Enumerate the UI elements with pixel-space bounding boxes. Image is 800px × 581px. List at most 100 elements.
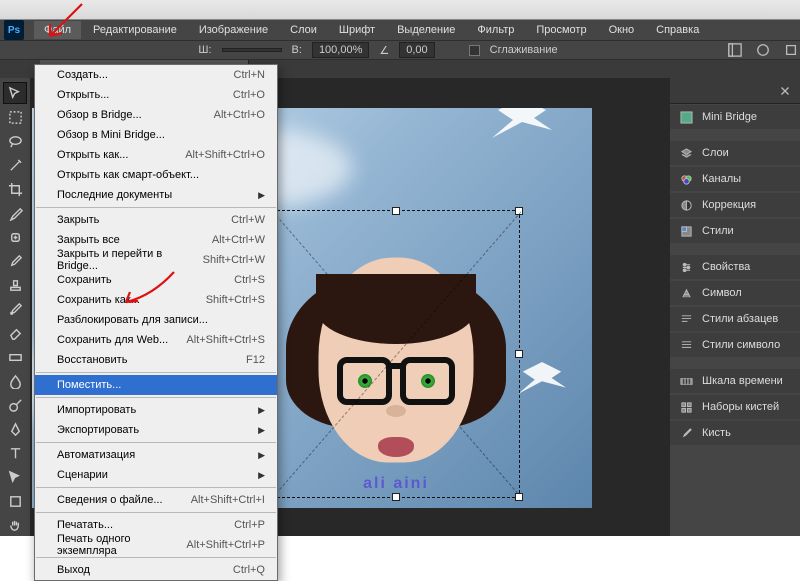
shape-tool[interactable] — [3, 490, 27, 512]
width-label: Ш: — [198, 44, 211, 56]
blur-tool[interactable] — [3, 370, 27, 392]
menu-item--mini-bridge-[interactable]: Обзор в Mini Bridge... — [35, 125, 277, 145]
menu-shortcut: Alt+Shift+Ctrl+S — [186, 334, 265, 346]
angle-icon: ∠ — [379, 44, 389, 57]
transform-handle[interactable] — [515, 207, 523, 215]
menu-item--[interactable]: ВыходCtrl+Q — [35, 560, 277, 580]
move-tool[interactable] — [3, 82, 27, 104]
menu-item-label: Экспортировать — [57, 424, 139, 436]
submenu-arrow-icon: ▶ — [258, 450, 265, 461]
path-tool[interactable] — [3, 466, 27, 488]
menu-item--[interactable]: Разблокировать для записи... — [35, 310, 277, 330]
menu-filter[interactable]: Фильтр — [467, 21, 524, 39]
menu-select[interactable]: Выделение — [387, 21, 465, 39]
menu-item--[interactable]: Последние документы▶ — [35, 185, 277, 205]
history-brush-tool[interactable] — [3, 298, 27, 320]
transform-handle[interactable] — [392, 207, 400, 215]
menu-shortcut: Ctrl+O — [233, 89, 265, 101]
stamp-tool[interactable] — [3, 274, 27, 296]
hand-tool[interactable] — [3, 514, 27, 536]
healing-tool[interactable] — [3, 226, 27, 248]
menu-item-label: Обзор в Bridge... — [57, 109, 142, 121]
menu-item--[interactable]: Сведения о файле...Alt+Shift+Ctrl+I — [35, 490, 277, 510]
menu-type[interactable]: Шрифт — [329, 21, 385, 39]
menu-item-label: Автоматизация — [57, 449, 135, 461]
panel-toggle-icon[interactable] — [726, 41, 744, 59]
menu-item--[interactable]: Поместить... — [35, 375, 277, 395]
menu-item--[interactable]: Открыть...Ctrl+O — [35, 85, 277, 105]
panel-label: Стили абзацев — [702, 313, 778, 325]
panel-layers[interactable]: Слои — [670, 141, 800, 165]
menu-item--bridge-[interactable]: Обзор в Bridge...Alt+Ctrl+O — [35, 105, 277, 125]
menu-item--[interactable]: Открыть как...Alt+Shift+Ctrl+O — [35, 145, 277, 165]
panel-label: Шкала времени — [702, 375, 783, 387]
marquee-tool[interactable] — [3, 106, 27, 128]
menu-view[interactable]: Просмотр — [526, 21, 596, 39]
panel-label: Слои — [702, 147, 729, 159]
panel-channels[interactable]: Каналы — [670, 167, 800, 191]
menu-item--[interactable]: ВосстановитьF12 — [35, 350, 277, 370]
lasso-tool[interactable] — [3, 130, 27, 152]
panel-char-styles[interactable]: Стили символо — [670, 333, 800, 357]
channels-icon — [678, 171, 694, 187]
menu-item-label: Выход — [57, 564, 90, 576]
menu-layers[interactable]: Слои — [280, 21, 327, 39]
dodge-tool[interactable] — [3, 394, 27, 416]
collapse-icon[interactable] — [776, 82, 794, 100]
eyedropper-tool[interactable] — [3, 202, 27, 224]
panel-paragraph-styles[interactable]: Стили абзацев — [670, 307, 800, 331]
panel-character[interactable]: Символ — [670, 281, 800, 305]
transform-handle[interactable] — [515, 493, 523, 501]
type-tool[interactable] — [3, 442, 27, 464]
transform-handle[interactable] — [515, 350, 523, 358]
panel-styles[interactable]: Стили — [670, 219, 800, 243]
workspace-icon[interactable] — [754, 41, 772, 59]
menu-item--[interactable]: Автоматизация ▶ — [35, 445, 277, 465]
eraser-tool[interactable] — [3, 322, 27, 344]
menu-help[interactable]: Справка — [646, 21, 709, 39]
transform-handle[interactable] — [392, 493, 400, 501]
panel-mini-bridge[interactable]: Mini Bridge — [670, 105, 800, 129]
menu-window[interactable]: Окно — [599, 21, 645, 39]
submenu-arrow-icon: ▶ — [258, 405, 265, 416]
menu-item--[interactable]: Закрыть всеAlt+Ctrl+W — [35, 230, 277, 250]
submenu-arrow-icon: ▶ — [258, 190, 265, 201]
menu-item--[interactable]: Создать...Ctrl+N — [35, 65, 277, 85]
panel-properties[interactable]: Свойства — [670, 255, 800, 279]
file-menu-dropdown: Создать...Ctrl+NОткрыть...Ctrl+OОбзор в … — [34, 64, 278, 581]
menu-item-label: Обзор в Mini Bridge... — [57, 129, 165, 141]
panel-brush[interactable]: Кисть — [670, 421, 800, 445]
crop-tool[interactable] — [3, 178, 27, 200]
menu-item-label: Сценарии — [57, 469, 108, 481]
menu-item--web-[interactable]: Сохранить для Web...Alt+Shift+Ctrl+S — [35, 330, 277, 350]
panel-brush-presets[interactable]: Наборы кистей — [670, 395, 800, 419]
wand-tool[interactable] — [3, 154, 27, 176]
dropdown-icon[interactable] — [782, 41, 800, 59]
menu-item--[interactable]: Сценарии▶ — [35, 465, 277, 485]
menu-image[interactable]: Изображение — [189, 21, 278, 39]
menu-item--[interactable]: Открыть как смарт-объект... — [35, 165, 277, 185]
panel-label: Каналы — [702, 173, 741, 185]
menu-item--[interactable]: Экспортировать▶ — [35, 420, 277, 440]
menu-item-label: Печать одного экземпляра — [57, 533, 186, 557]
panel-label: Коррекция — [702, 199, 756, 211]
menu-item--[interactable]: ЗакрытьCtrl+W — [35, 210, 277, 230]
menu-item--[interactable]: Импортировать▶ — [35, 400, 277, 420]
smoothing-checkbox[interactable] — [469, 45, 480, 56]
angle-input[interactable]: 0,00 — [399, 42, 434, 58]
brush-tool[interactable] — [3, 250, 27, 272]
panel-timeline[interactable]: Шкала времени — [670, 369, 800, 393]
menu-shortcut: F12 — [246, 354, 265, 366]
gradient-tool[interactable] — [3, 346, 27, 368]
menu-edit[interactable]: Редактирование — [83, 21, 187, 39]
options-bar: Ш: В: 100,00% ∠ 0,00 Сглаживание — [0, 40, 800, 60]
panel-adjustments[interactable]: Коррекция — [670, 193, 800, 217]
pen-tool[interactable] — [3, 418, 27, 440]
height-input[interactable]: 100,00% — [312, 42, 369, 58]
transform-frame[interactable]: ali aini — [272, 210, 520, 498]
panel-label: Символ — [702, 287, 742, 299]
width-input[interactable] — [222, 48, 282, 52]
layers-icon — [678, 145, 694, 161]
menu-item--[interactable]: Печать одного экземпляраAlt+Shift+Ctrl+P — [35, 535, 277, 555]
menu-item--[interactable]: Печатать...Ctrl+P — [35, 515, 277, 535]
